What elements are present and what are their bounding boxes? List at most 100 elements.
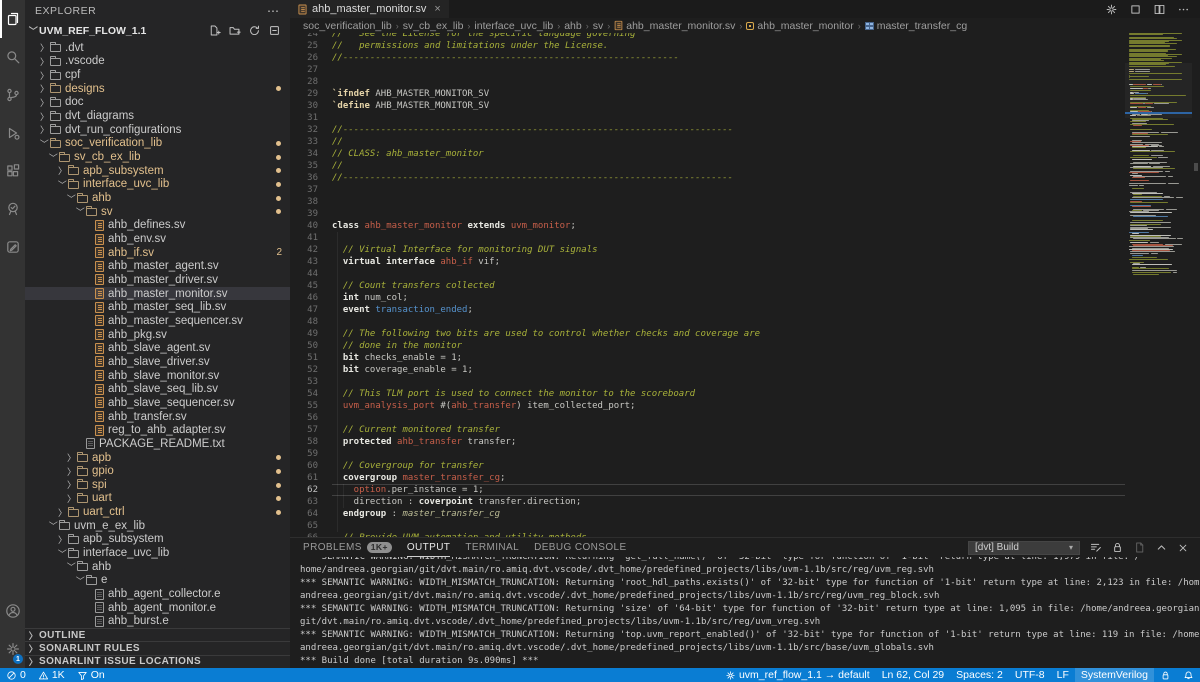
- section-outline[interactable]: 〉OUTLINE: [25, 628, 290, 641]
- code-line-36[interactable]: 36//------------------------------------…: [290, 172, 1125, 184]
- status-notifications[interactable]: [1177, 668, 1200, 682]
- line-number[interactable]: 60: [290, 460, 318, 472]
- code-line-60[interactable]: 60 // Covergroup for transfer: [290, 460, 1125, 472]
- line-number[interactable]: 28: [290, 76, 318, 88]
- tree-item-ahb_slave_driver.sv[interactable]: ahb_slave_driver.sv: [25, 355, 290, 369]
- tree-item-cpf[interactable]: 〉cpf: [25, 68, 290, 82]
- code-line-37[interactable]: 37: [290, 184, 1125, 196]
- tree-item-ahb[interactable]: 〉ahb: [25, 560, 290, 574]
- code-line-59[interactable]: 59: [290, 448, 1125, 460]
- tree-item-doc[interactable]: 〉doc: [25, 96, 290, 110]
- tree-item-ahb_burst.e[interactable]: ahb_burst.e: [25, 615, 290, 629]
- line-number[interactable]: 31: [290, 112, 318, 124]
- code-line-42[interactable]: 42 // Virtual Interface for monitoring D…: [290, 244, 1125, 256]
- panel-tab-terminal[interactable]: TERMINAL: [465, 538, 519, 557]
- clear-output-icon[interactable]: [1089, 541, 1102, 554]
- output-console[interactable]: *** SEMANTIC WARNING: WIDTH_MISMATCH_TRU…: [290, 557, 1200, 668]
- tree-item-uvm_e_ex_lib[interactable]: 〉uvm_e_ex_lib: [25, 519, 290, 533]
- tree-item-ahb_if.sv[interactable]: ahb_if.sv2: [25, 246, 290, 260]
- code-line-38[interactable]: 38: [290, 196, 1125, 208]
- status-warnings[interactable]: 1K: [32, 668, 71, 682]
- line-number[interactable]: 42: [290, 244, 318, 256]
- code-line-63[interactable]: 63 direction : coverpoint transfer.direc…: [290, 496, 1125, 508]
- line-number[interactable]: 57: [290, 424, 318, 436]
- line-number[interactable]: 64: [290, 508, 318, 520]
- code-line-53[interactable]: 53: [290, 376, 1125, 388]
- tree-item-ahb_slave_monitor.sv[interactable]: ahb_slave_monitor.sv: [25, 369, 290, 383]
- line-number[interactable]: 41: [290, 232, 318, 244]
- breadcrumb-item-interface_uvc_lib[interactable]: interface_uvc_lib: [474, 20, 553, 32]
- code-line-26[interactable]: 26//------------------------------------…: [290, 52, 1125, 64]
- line-number[interactable]: 52: [290, 364, 318, 376]
- new-file-icon[interactable]: [208, 24, 221, 37]
- log-file-icon[interactable]: [1133, 541, 1146, 554]
- tree-item-gpio[interactable]: 〉gpio: [25, 464, 290, 478]
- tree-item-ahb_transfer.sv[interactable]: ahb_transfer.sv: [25, 410, 290, 424]
- tree-item-ahb_agent_collector.e[interactable]: ahb_agent_collector.e: [25, 587, 290, 601]
- line-number[interactable]: 38: [290, 196, 318, 208]
- code-line-40[interactable]: 40class ahb_master_monitor extends uvm_m…: [290, 220, 1125, 232]
- lock-scroll-icon[interactable]: [1111, 541, 1124, 554]
- project-root-row[interactable]: 〉 UVM_REF_FLOW_1.1: [25, 22, 290, 39]
- explorer-icon[interactable]: [0, 0, 25, 38]
- code-line-34[interactable]: 34// CLASS: ahb_master_monitor: [290, 148, 1125, 160]
- settings-gear-icon[interactable]: [1105, 3, 1118, 16]
- code-line-55[interactable]: 55 uvm_analysis_port #(ahb_transfer) ite…: [290, 400, 1125, 412]
- line-number[interactable]: 50: [290, 340, 318, 352]
- code-line-54[interactable]: 54 // This TLM port is used to connect t…: [290, 388, 1125, 400]
- new-folder-icon[interactable]: [228, 24, 241, 37]
- tree-item-uart[interactable]: 〉uart: [25, 492, 290, 506]
- breadcrumb-item-sv[interactable]: sv: [593, 20, 604, 32]
- breadcrumb-item-ahb_master_monitor[interactable]: ahb_master_monitor: [746, 20, 853, 32]
- line-number[interactable]: 55: [290, 400, 318, 412]
- code-line-45[interactable]: 45 // Count transfers collected: [290, 280, 1125, 292]
- breadcrumb-item-sv_cb_ex_lib[interactable]: sv_cb_ex_lib: [403, 20, 464, 32]
- code-line-52[interactable]: 52 bit coverage_enable = 1;: [290, 364, 1125, 376]
- account-icon[interactable]: [0, 592, 25, 630]
- code-line-44[interactable]: 44: [290, 268, 1125, 280]
- section-sonarlint-rules[interactable]: 〉SONARLINT RULES: [25, 641, 290, 654]
- collapse-all-icon[interactable]: [268, 24, 281, 37]
- status-sonarlint[interactable]: On: [71, 668, 111, 682]
- code-line-32[interactable]: 32//------------------------------------…: [290, 124, 1125, 136]
- tree-item-ahb_master_agent.sv[interactable]: ahb_master_agent.sv: [25, 260, 290, 274]
- tree-item-interface_uvc_lib[interactable]: 〉interface_uvc_lib: [25, 546, 290, 560]
- code-line-29[interactable]: 29`ifndef AHB_MASTER_MONITOR_SV: [290, 88, 1125, 100]
- status-eol[interactable]: LF: [1051, 668, 1075, 682]
- tree-item-.vscode[interactable]: 〉.vscode: [25, 55, 290, 69]
- line-number[interactable]: 39: [290, 208, 318, 220]
- breadcrumb-item-master_transfer_cg[interactable]: master_transfer_cg: [865, 20, 967, 32]
- line-number[interactable]: 49: [290, 328, 318, 340]
- code-line-51[interactable]: 51 bit checks_enable = 1;: [290, 352, 1125, 364]
- settings-gear-icon[interactable]: 1: [0, 630, 25, 668]
- line-number[interactable]: 33: [290, 136, 318, 148]
- code-line-61[interactable]: 61 covergroup master_transfer_cg;: [290, 472, 1125, 484]
- status-build-config[interactable]: uvm_ref_flow_1.1 → default: [719, 668, 876, 682]
- status-cursor-position[interactable]: Ln 62, Col 29: [876, 668, 950, 682]
- maximize-panel-icon[interactable]: [1155, 541, 1168, 554]
- line-number[interactable]: 32: [290, 124, 318, 136]
- code-line-57[interactable]: 57 // Current monitored transfer: [290, 424, 1125, 436]
- code-line-25[interactable]: 25// permissions and limitations under t…: [290, 40, 1125, 52]
- tab-ahb-master-monitor[interactable]: ahb_master_monitor.sv ×: [290, 0, 449, 18]
- tree-item-soc_verification_lib[interactable]: 〉soc_verification_lib: [25, 137, 290, 151]
- line-number[interactable]: 43: [290, 256, 318, 268]
- breadcrumb-item-ahb_master_monitor.sv[interactable]: ahb_master_monitor.sv: [614, 20, 735, 32]
- tree-item-interface_uvc_lib[interactable]: 〉interface_uvc_lib: [25, 178, 290, 192]
- tree-item-ahb_master_driver.sv[interactable]: ahb_master_driver.sv: [25, 273, 290, 287]
- status-language[interactable]: SystemVerilog: [1075, 668, 1154, 682]
- line-number[interactable]: 59: [290, 448, 318, 460]
- line-number[interactable]: 30: [290, 100, 318, 112]
- code-line-39[interactable]: 39: [290, 208, 1125, 220]
- tree-item-uart_ctrl[interactable]: 〉uart_ctrl: [25, 505, 290, 519]
- status-encoding[interactable]: UTF-8: [1009, 668, 1051, 682]
- tree-item-spi[interactable]: 〉spi: [25, 478, 290, 492]
- code-line-50[interactable]: 50 // done in the monitor: [290, 340, 1125, 352]
- line-number[interactable]: 25: [290, 40, 318, 52]
- code-line-31[interactable]: 31: [290, 112, 1125, 124]
- code-line-62[interactable]: 62 option.per_instance = 1;: [290, 484, 1125, 496]
- tree-item-.dvt[interactable]: 〉.dvt: [25, 41, 290, 55]
- status-lock[interactable]: [1154, 668, 1177, 682]
- code-line-48[interactable]: 48: [290, 316, 1125, 328]
- panel-tab-output[interactable]: OUTPUT: [407, 538, 451, 557]
